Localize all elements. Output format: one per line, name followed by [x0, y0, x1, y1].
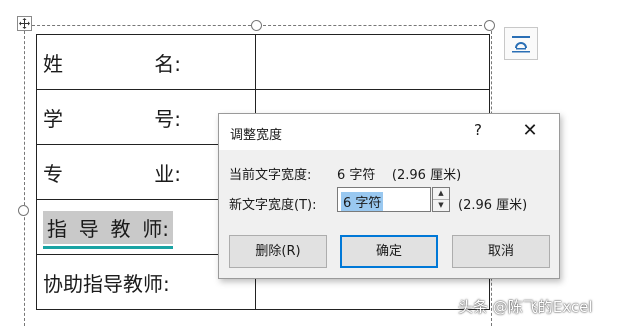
spin-up-icon[interactable]: ▲ [433, 188, 449, 200]
watermark: 头条 @陈飞的Excel [458, 298, 593, 316]
label-char: 业: [154, 161, 181, 186]
co-advisor-label: 协助指导教师: [43, 271, 170, 296]
current-width-value: 6 字符 (2.96 厘米) [337, 168, 462, 183]
label-char: 师: [142, 216, 169, 241]
current-width-label: 当前文字宽度: [229, 168, 312, 183]
ok-button[interactable]: 确定 [340, 235, 438, 268]
label-char: 教 [110, 216, 131, 241]
label-char: 姓 [43, 51, 63, 76]
label-char: 名: [154, 51, 181, 76]
new-width-cm: (2.96 厘米) [458, 198, 528, 213]
label-char: 号: [154, 106, 181, 131]
label-char: 专 [43, 161, 63, 186]
table-row: 姓 名: [36, 34, 490, 90]
spin-down-icon[interactable]: ▼ [433, 200, 449, 211]
adjust-width-dialog: 调整宽度 ? ✕ 当前文字宽度: 6 字符 (2.96 厘米) 新文字宽度(T)… [218, 113, 560, 279]
resize-handle-left[interactable] [18, 205, 29, 216]
current-width-row: 当前文字宽度: 6 字符 (2.96 厘米) [229, 164, 461, 183]
resize-handle-top[interactable] [251, 20, 262, 31]
resize-handle-top-right[interactable] [484, 20, 495, 31]
selection-border-left [24, 31, 25, 326]
selection-border-top [32, 25, 492, 26]
label-char: 指 [47, 216, 67, 241]
close-button[interactable]: ✕ [519, 120, 541, 142]
label-char: 学 [43, 106, 63, 131]
name-label-cell[interactable]: 姓 名: [36, 34, 256, 90]
fit-text-underline [43, 245, 173, 249]
delete-button[interactable]: 删除(R) [229, 235, 327, 268]
dialog-titlebar[interactable]: 调整宽度 ? ✕ [219, 114, 559, 150]
move-icon [19, 18, 30, 29]
selected-text[interactable]: 指 导 教 师: [43, 210, 173, 249]
new-width-value: 6 字符 [341, 192, 384, 211]
new-width-spinner[interactable]: ▲ ▼ [432, 187, 450, 212]
layout-options-button[interactable] [504, 27, 538, 60]
label-char: 导 [78, 216, 99, 241]
new-width-label: 新文字宽度(T): [229, 198, 317, 213]
help-button[interactable]: ? [469, 121, 487, 139]
new-width-input[interactable]: 6 字符 [337, 187, 431, 212]
name-value-cell[interactable] [255, 34, 490, 90]
cancel-button[interactable]: 取消 [452, 235, 550, 268]
table-move-handle[interactable] [17, 16, 32, 31]
dialog-title: 调整宽度 [230, 128, 283, 143]
layout-options-icon [512, 35, 530, 52]
